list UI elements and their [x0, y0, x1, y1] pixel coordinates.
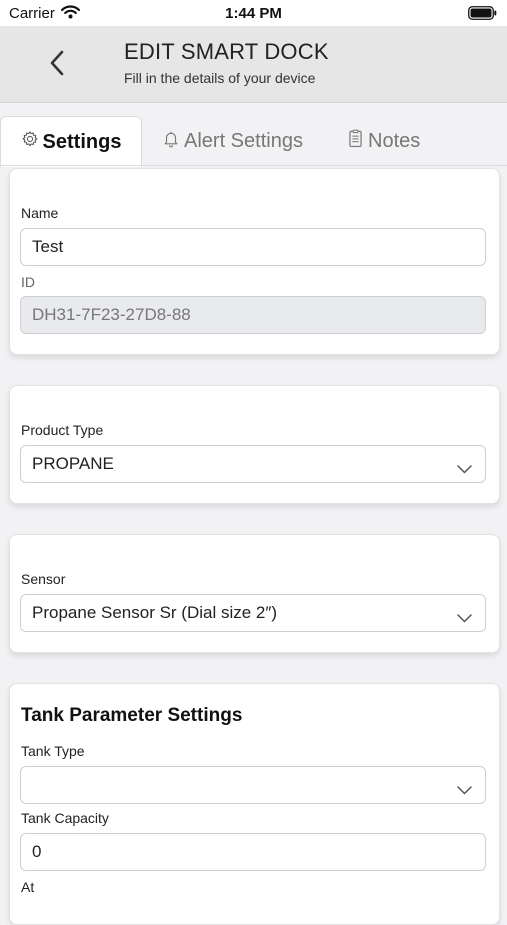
name-label: Name	[21, 205, 59, 221]
page-header: EDIT SMART DOCK Fill in the details of y…	[0, 26, 507, 103]
tank-type-label: Tank Type	[21, 743, 85, 759]
name-value: Test	[32, 237, 64, 256]
id-value: DH31-7F23-27D8-88	[32, 305, 191, 324]
page-subtitle: Fill in the details of your device	[124, 70, 316, 86]
chevron-down-icon	[457, 608, 472, 628]
tab-alert-settings[interactable]: Alert Settings	[162, 116, 303, 166]
tab-settings-label: Settings	[42, 130, 122, 153]
tank-capacity-field[interactable]: 0	[20, 833, 486, 871]
id-field: DH31-7F23-27D8-88	[20, 296, 486, 334]
product-type-label: Product Type	[21, 422, 104, 438]
device-info-card: Name Test ID DH31-7F23-27D8-88	[9, 168, 500, 355]
tank-section-title: Tank Parameter Settings	[21, 705, 243, 726]
status-bar: Carrier 1:44 PM	[0, 0, 507, 26]
product-type-value: PROPANE	[32, 454, 114, 473]
chevron-left-icon	[49, 50, 65, 81]
page-title: EDIT SMART DOCK	[124, 39, 329, 64]
notes-icon	[347, 129, 368, 154]
tank-capacity-label: Tank Capacity	[21, 810, 109, 826]
bell-icon	[162, 129, 184, 154]
tab-alert-settings-label: Alert Settings	[184, 129, 303, 152]
status-time: 1:44 PM	[225, 5, 282, 22]
sensor-card: Sensor Propane Sensor Sr (Dial size 2″)	[9, 534, 500, 653]
id-label: ID	[21, 274, 35, 290]
back-button[interactable]	[40, 48, 74, 82]
sensor-label: Sensor	[21, 571, 66, 587]
tab-divider	[0, 165, 507, 166]
tank-parameters-card: Tank Parameter Settings Tank Type Tank C…	[9, 683, 500, 925]
tab-bar: Settings Alert Settings Notes	[0, 103, 507, 167]
battery-icon	[468, 6, 497, 25]
tab-notes-label: Notes	[368, 129, 421, 152]
product-type-card: Product Type PROPANE	[9, 385, 500, 504]
sensor-value: Propane Sensor Sr (Dial size 2″)	[32, 603, 278, 622]
gear-icon	[21, 130, 43, 154]
tab-settings[interactable]: Settings	[0, 116, 142, 167]
sensor-select[interactable]: Propane Sensor Sr (Dial size 2″)	[20, 594, 486, 632]
product-type-select[interactable]: PROPANE	[20, 445, 486, 483]
chevron-down-icon	[457, 780, 472, 800]
tank-capacity-value: 0	[32, 842, 42, 861]
chevron-down-icon	[457, 459, 472, 479]
tank-type-select[interactable]	[20, 766, 486, 804]
at-label: At	[21, 879, 35, 895]
name-field[interactable]: Test	[20, 228, 486, 266]
tab-notes[interactable]: Notes	[347, 116, 420, 166]
